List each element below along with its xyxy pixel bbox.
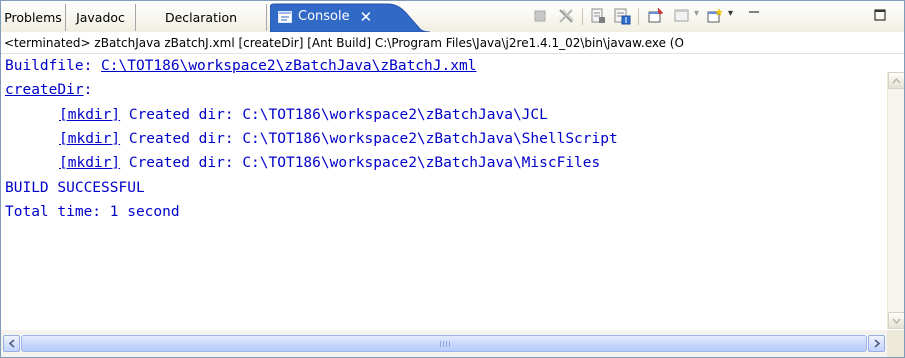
console-line: Buildfile: C:\TOT186\workspace2\zBatchJa… bbox=[5, 55, 476, 77]
pin-console-icon[interactable] bbox=[647, 7, 665, 25]
scrollbar-corner bbox=[887, 330, 904, 357]
chevron-right-icon bbox=[873, 339, 880, 348]
tab-javadoc-label: Javadoc bbox=[76, 10, 125, 25]
mkdir-task-link[interactable]: [mkdir] bbox=[59, 107, 120, 123]
chevron-down-icon[interactable]: ▾ bbox=[728, 8, 733, 19]
target-suffix: : bbox=[83, 82, 93, 98]
console-output[interactable]: Buildfile: C:\TOT186\workspace2\zBatchJa… bbox=[1, 55, 887, 329]
chevron-down-icon[interactable]: ▾ bbox=[694, 8, 699, 19]
tab-console[interactable]: Console ✕ bbox=[270, 3, 436, 32]
clear-console-icon[interactable] bbox=[589, 7, 607, 25]
mkdir-message: Created dir: C:\TOT186\workspace2\zBatch… bbox=[120, 107, 548, 123]
tab-console-label: Console bbox=[298, 9, 350, 24]
horizontal-scrollbar[interactable] bbox=[1, 330, 887, 357]
scroll-right-button[interactable] bbox=[868, 335, 885, 352]
tab-declaration-label: Declaration bbox=[164, 10, 238, 25]
scroll-lock-icon[interactable] bbox=[613, 7, 631, 25]
view-tab-bar: Problems Javadoc Declaration Console ✕ ▾… bbox=[1, 1, 904, 33]
console-icon bbox=[278, 11, 292, 23]
console-line: [mkdir] Created dir: C:\TOT186\workspace… bbox=[59, 152, 600, 174]
console-view: Problems Javadoc Declaration Console ✕ ▾… bbox=[0, 0, 905, 358]
terminate-icon[interactable] bbox=[531, 7, 549, 25]
console-line: [mkdir] Created dir: C:\TOT186\workspace… bbox=[59, 104, 548, 126]
chevron-left-icon bbox=[8, 339, 15, 348]
grip-icon bbox=[440, 341, 450, 347]
console-description: <terminated> zBatchJava zBatchJ.xml [cre… bbox=[1, 32, 904, 54]
tab-declaration[interactable]: Declaration bbox=[136, 4, 267, 31]
total-time: Total time: 1 second bbox=[5, 204, 180, 220]
mkdir-message: Created dir: C:\TOT186\workspace2\zBatch… bbox=[120, 131, 618, 147]
display-console-icon[interactable] bbox=[673, 7, 691, 25]
remove-launches-icon[interactable] bbox=[557, 7, 575, 25]
chevron-down-icon bbox=[892, 318, 901, 324]
open-console-icon[interactable] bbox=[706, 7, 724, 25]
maximize-icon[interactable] bbox=[871, 7, 889, 25]
console-line: createDir: bbox=[5, 79, 92, 101]
buildfile-label: Buildfile: bbox=[5, 58, 102, 74]
mkdir-task-link[interactable]: [mkdir] bbox=[59, 155, 120, 171]
target-link[interactable]: createDir bbox=[5, 82, 84, 98]
scroll-thumb[interactable] bbox=[21, 335, 867, 352]
chevron-up-icon bbox=[892, 77, 901, 83]
build-result: BUILD SUCCESSFUL bbox=[5, 180, 145, 196]
scroll-down-button[interactable] bbox=[888, 312, 904, 329]
scroll-left-button[interactable] bbox=[3, 335, 20, 352]
console-line: [mkdir] Created dir: C:\TOT186\workspace… bbox=[59, 128, 618, 150]
buildfile-link[interactable]: C:\TOT186\workspace2\zBatchJava\zBatchJ.… bbox=[101, 58, 476, 74]
mkdir-task-link[interactable]: [mkdir] bbox=[59, 131, 120, 147]
tab-javadoc[interactable]: Javadoc bbox=[66, 4, 136, 31]
mkdir-message: Created dir: C:\TOT186\workspace2\zBatch… bbox=[120, 155, 601, 171]
minimize-icon[interactable] bbox=[746, 7, 764, 25]
vertical-scrollbar[interactable] bbox=[887, 72, 904, 329]
scroll-up-button[interactable] bbox=[888, 72, 904, 89]
tab-problems-label: Problems bbox=[4, 10, 62, 25]
close-icon[interactable]: ✕ bbox=[360, 3, 373, 31]
tab-problems[interactable]: Problems bbox=[1, 4, 66, 31]
